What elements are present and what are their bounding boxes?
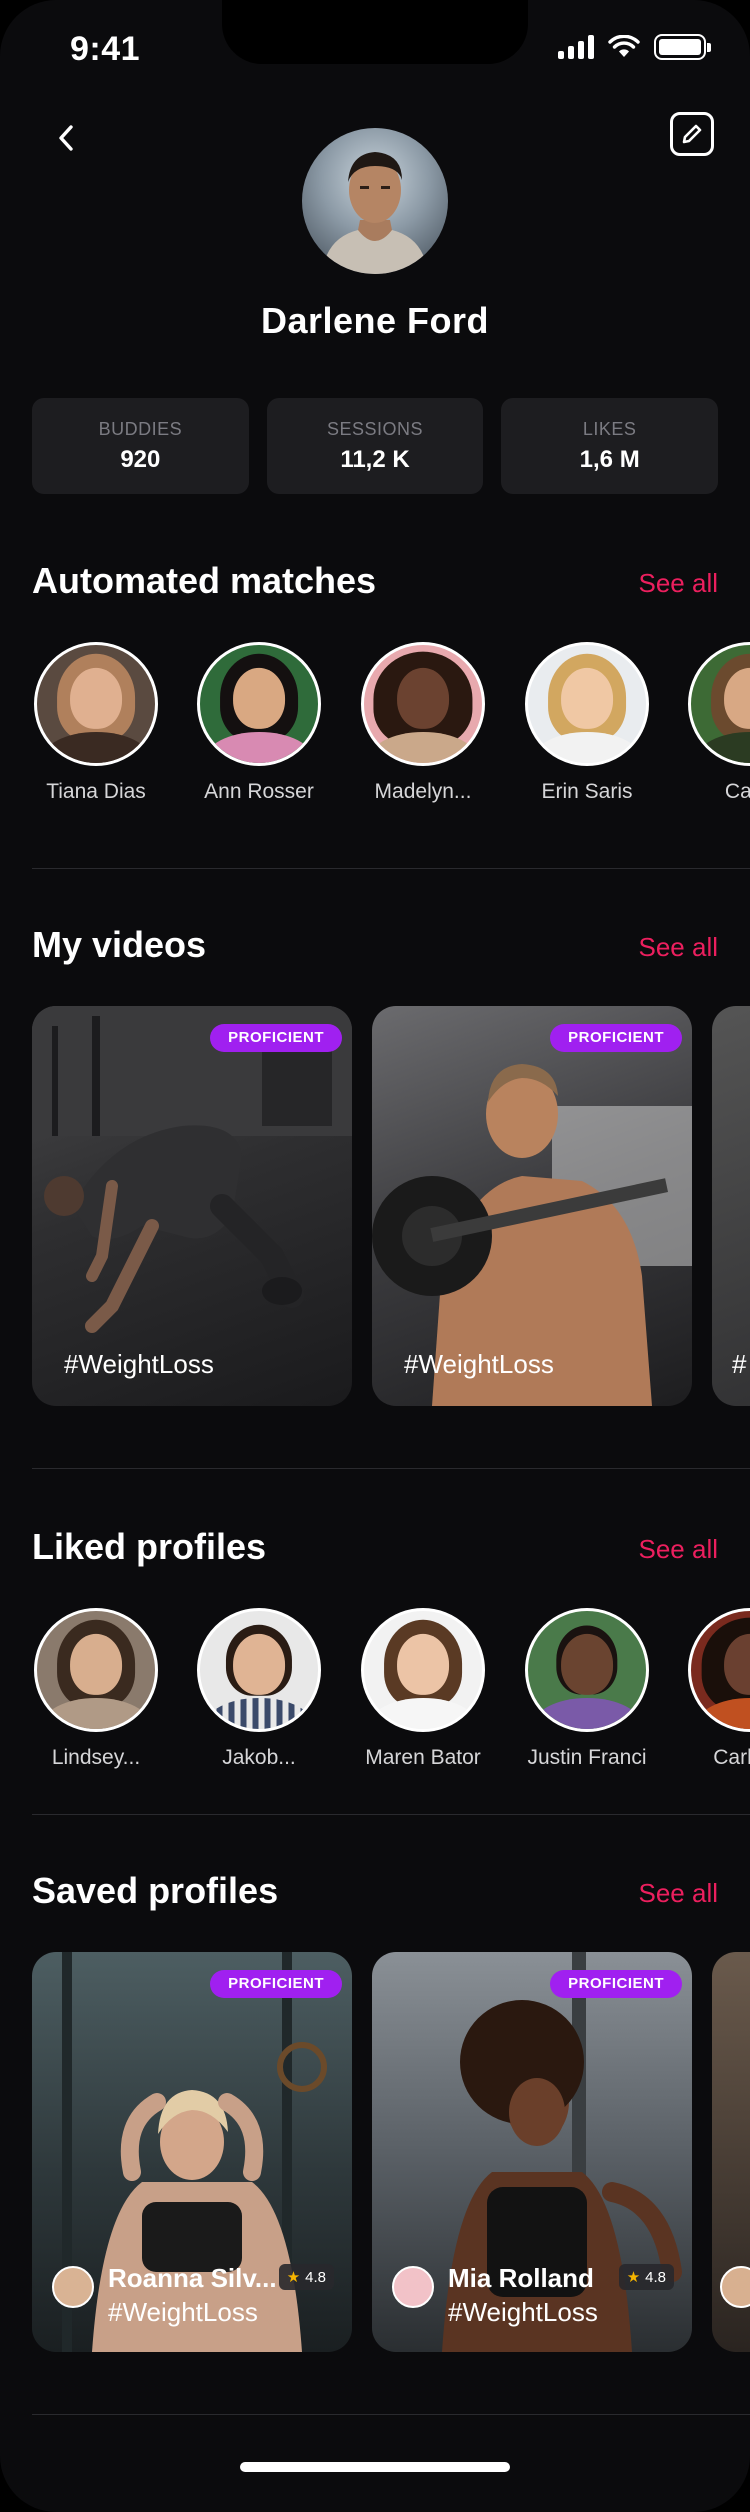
match-name: Tiana Dias	[46, 780, 146, 803]
avatar	[525, 642, 649, 766]
liked-profiles-see-all-link[interactable]: See all	[639, 1534, 719, 1565]
rating-badge: ★ 4.8	[618, 2264, 674, 2290]
wifi-icon	[608, 35, 640, 57]
divider	[32, 1468, 750, 1469]
liked-profiles-list: Lindsey... Jakob... Maren Bator Justin F…	[0, 1608, 750, 1788]
stat-label: SESSIONS	[326, 418, 424, 439]
match-name: Madelyn...	[374, 780, 472, 803]
profile-screen: 9:41 Darlene Ford BUDDIES 920 SESSIONS 1…	[0, 0, 750, 2512]
liked-profile-name: Justin Franci	[527, 1746, 647, 1769]
device-notch	[222, 0, 528, 64]
automated-matches-list: Tiana Dias Ann Rosser Madelyn... Erin Sa…	[0, 642, 750, 822]
saved-profile-tag: #WeightLoss	[448, 2297, 598, 2327]
liked-profile-name: Maren Bator	[365, 1746, 481, 1769]
status-icons	[558, 34, 711, 60]
saved-profiles-title: Saved profiles	[32, 1870, 279, 1911]
divider	[32, 2414, 750, 2415]
saved-profiles-see-all-link[interactable]: See all	[639, 1878, 719, 1909]
saved-profile-name: Mia Rolland	[448, 2263, 594, 2293]
liked-profile-name: Carla M	[713, 1746, 750, 1769]
match-name: Erin Saris	[541, 780, 633, 803]
match-item[interactable]: Ann Rosser	[174, 642, 344, 804]
stat-label: LIKES	[582, 418, 637, 439]
automated-matches-title: Automated matches	[32, 560, 377, 601]
avatar	[34, 1608, 158, 1732]
back-button[interactable]	[44, 116, 88, 160]
rating-badge: ★ 4.8	[278, 2264, 334, 2290]
rating-value: 4.8	[645, 2268, 666, 2286]
match-item[interactable]: Madelyn...	[338, 642, 508, 804]
profile-photo	[322, 152, 428, 274]
liked-profile-item[interactable]: Justin Franci	[502, 1608, 672, 1770]
stat-likes[interactable]: LIKES 1,6 M	[501, 398, 719, 494]
avatar	[688, 1608, 750, 1732]
level-badge: PROFICIENT	[550, 1970, 682, 1998]
profile-avatar	[302, 128, 448, 274]
match-name: Carla	[724, 780, 750, 803]
avatar	[361, 1608, 485, 1732]
stat-buddies[interactable]: BUDDIES 920	[32, 398, 249, 494]
video-thumbnail	[372, 1064, 692, 1406]
edit-profile-button[interactable]	[670, 112, 714, 156]
divider	[32, 1814, 750, 1815]
stat-value: 11,2 K	[340, 445, 410, 473]
avatar	[197, 642, 321, 766]
video-tag: #WeightLoss	[404, 1349, 554, 1379]
stat-value: 1,6 M	[579, 445, 640, 473]
avatar	[34, 642, 158, 766]
my-videos-list: PROFICIENT #WeightLoss PROFICIENT #Weigh…	[0, 1006, 750, 1406]
my-videos-see-all-link[interactable]: See all	[639, 932, 719, 963]
saved-profile-card[interactable]: PROFICIENT Roanna Silv... ★ 4.8 #WeightL…	[32, 1952, 352, 2352]
automated-matches-see-all-link[interactable]: See all	[639, 568, 719, 599]
saved-profile-tag: #WeightLoss	[108, 2297, 258, 2327]
divider	[32, 868, 750, 869]
match-item[interactable]: Erin Saris	[502, 642, 672, 804]
battery-icon	[654, 34, 711, 60]
level-badge: PROFICIENT	[550, 1024, 682, 1052]
level-badge: PROFICIENT	[210, 1970, 342, 1998]
stat-sessions[interactable]: SESSIONS 11,2 K	[266, 398, 484, 494]
saved-profile-name: Roanna Silv...	[108, 2263, 277, 2293]
edit-icon	[682, 124, 702, 144]
status-time: 9:41	[70, 30, 141, 68]
avatar	[392, 2266, 434, 2308]
avatar	[525, 1608, 649, 1732]
saved-profile-card[interactable]: PROFICIENT Mia Rolland ★ 4.8 #WeightLoss	[372, 1952, 692, 2352]
match-name: Ann Rosser	[204, 780, 314, 803]
liked-profile-item[interactable]: Jakob...	[174, 1608, 344, 1770]
video-tag: #	[732, 1349, 747, 1379]
video-card[interactable]: PROFICIENT #WeightLoss	[372, 1006, 692, 1406]
avatar	[688, 642, 750, 766]
liked-profile-name: Lindsey...	[51, 1746, 141, 1769]
video-card[interactable]: PROFICIENT #WeightLoss	[32, 1006, 352, 1406]
my-videos-title: My videos	[32, 924, 207, 965]
star-icon: ★	[286, 2269, 301, 2286]
liked-profile-item[interactable]: Maren Bator	[338, 1608, 508, 1770]
video-card[interactable]: #	[712, 1006, 750, 1406]
chevron-left-icon	[59, 125, 73, 151]
liked-profile-item[interactable]: Carla M	[665, 1608, 750, 1770]
avatar	[361, 642, 485, 766]
avatar	[197, 1608, 321, 1732]
stat-value: 920	[120, 445, 161, 473]
liked-profile-name: Jakob...	[222, 1746, 296, 1769]
level-badge: PROFICIENT	[210, 1024, 342, 1052]
avatar	[720, 2266, 750, 2308]
rating-value: 4.8	[305, 2268, 326, 2286]
stats-row: BUDDIES 920 SESSIONS 11,2 K LIKES 1,6 M	[32, 398, 719, 494]
star-icon: ★	[626, 2269, 641, 2286]
liked-profile-item[interactable]: Lindsey...	[11, 1608, 181, 1770]
home-indicator[interactable]	[240, 2462, 510, 2472]
saved-profiles-list: PROFICIENT Roanna Silv... ★ 4.8 #WeightL…	[0, 1952, 750, 2352]
match-item[interactable]: Carla	[665, 642, 750, 804]
avatar	[52, 2266, 94, 2308]
video-thumbnail	[32, 1006, 352, 1333]
video-tag: #WeightLoss	[64, 1349, 214, 1379]
match-item[interactable]: Tiana Dias	[11, 642, 181, 804]
stat-label: BUDDIES	[98, 418, 183, 439]
profile-name: Darlene Ford	[260, 300, 490, 341]
saved-profile-card[interactable]	[712, 1952, 750, 2352]
signal-icon	[558, 35, 594, 59]
liked-profiles-title: Liked profiles	[32, 1526, 267, 1567]
